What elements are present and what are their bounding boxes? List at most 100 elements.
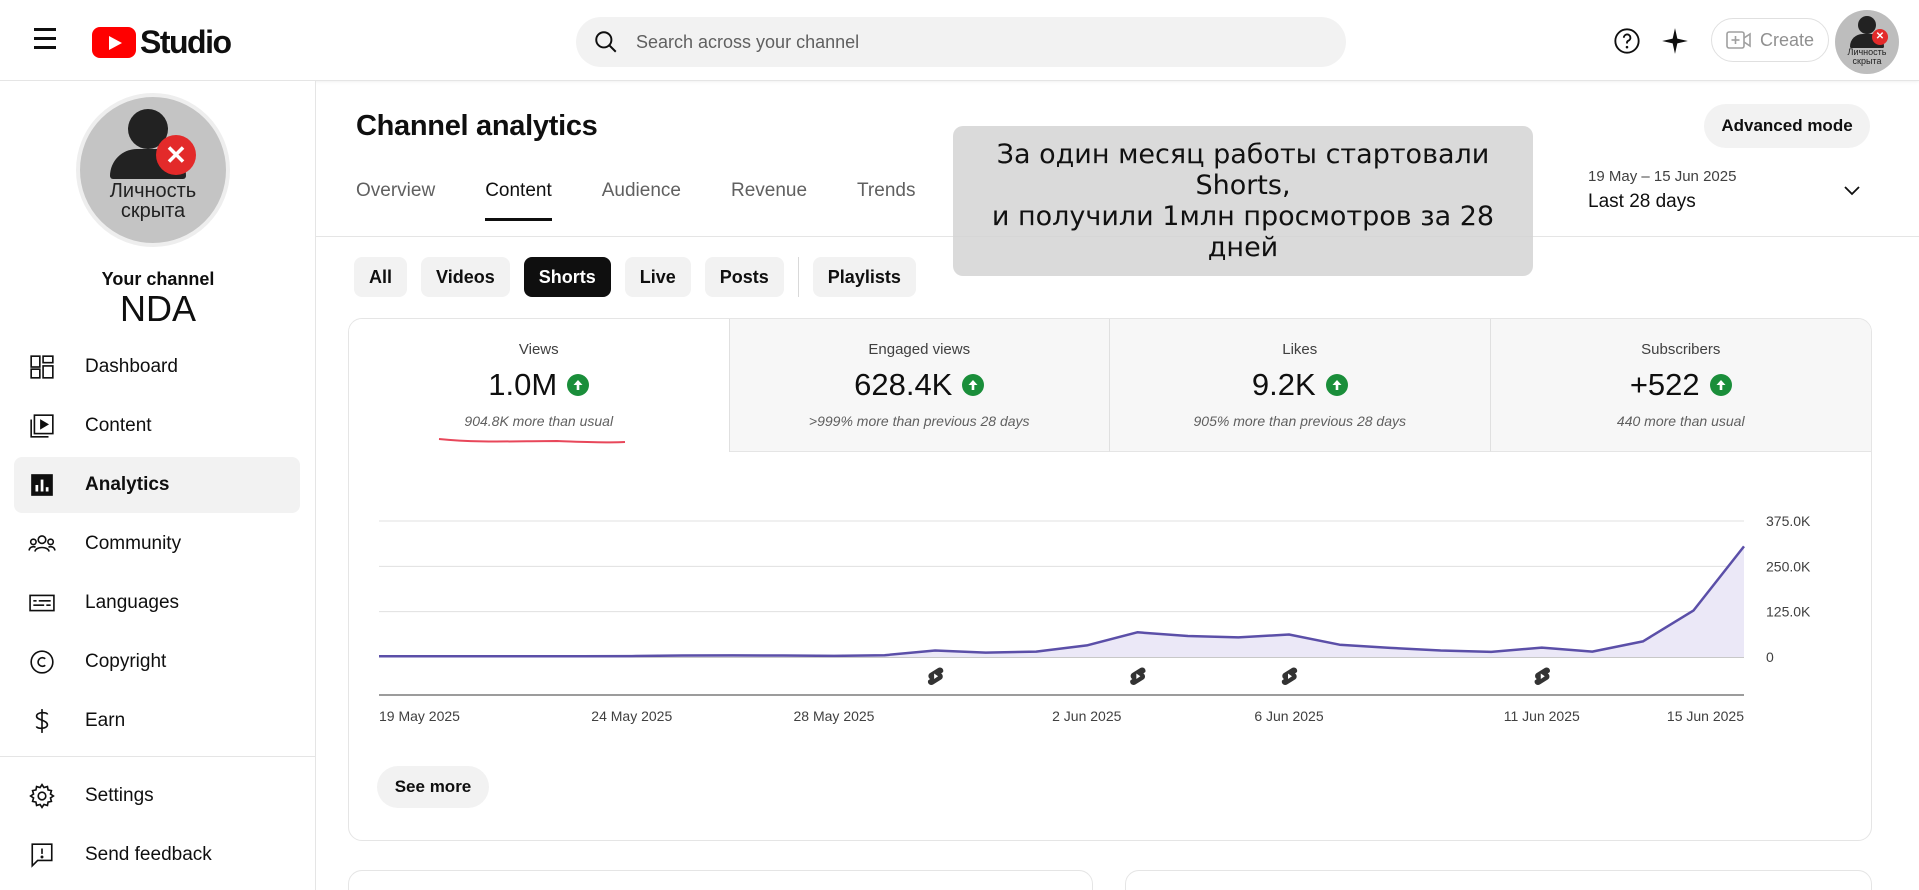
chip-shorts[interactable]: Shorts	[523, 257, 611, 297]
advanced-mode-button[interactable]: Advanced mode	[1704, 104, 1870, 148]
metric-label: Engaged views	[868, 341, 971, 358]
date-range-text: 19 May – 15 Jun 2025	[1588, 168, 1737, 185]
metric-value: +522	[1629, 367, 1700, 402]
chip-posts[interactable]: Posts	[704, 257, 784, 297]
channel-name[interactable]: NDA	[0, 288, 316, 330]
metric-subtext: 904.8K more than usual	[464, 413, 614, 429]
sidebar-item-community[interactable]: Community	[14, 516, 300, 572]
metric-subtext: 905% more than previous 28 days	[1193, 413, 1406, 429]
dashboard-icon	[12, 354, 72, 380]
metric-value: 1.0M	[488, 367, 558, 402]
sidebar-item-label: Analytics	[85, 474, 170, 495]
metric-subscribers[interactable]: Subscribers +522 440 more than usual	[1490, 319, 1871, 452]
sidebar-item-label: Earn	[85, 710, 126, 731]
shorts-marker-icon[interactable]	[927, 667, 944, 685]
sidebar-item-copyright[interactable]: Copyright	[14, 634, 300, 690]
metric-subtext: 440 more than usual	[1616, 413, 1745, 429]
help-icon[interactable]	[1610, 24, 1644, 58]
chip-videos[interactable]: Videos	[421, 257, 510, 297]
annotation-text: За один месяц работы стартовали Shorts, …	[991, 139, 1495, 263]
chip-all[interactable]: All	[354, 257, 408, 297]
sidebar-item-label: Languages	[85, 592, 180, 613]
create-label: Create	[1759, 29, 1815, 50]
arrow-up-icon	[567, 374, 590, 396]
shorts-marker-icon[interactable]	[1130, 667, 1146, 685]
tab-revenue[interactable]: Revenue	[731, 180, 807, 220]
metric-subtext: >999% more than previous 28 days	[808, 413, 1030, 429]
community-icon	[12, 531, 72, 557]
chip-playlists[interactable]: Playlists	[812, 257, 916, 297]
copyright-icon	[12, 649, 72, 675]
series-line	[379, 545, 1745, 658]
analytics-tabs: Overview Content Audience Revenue Trends	[356, 180, 965, 221]
metrics-card: Views 1.0M 904.8K more than usual Engage…	[348, 318, 1872, 841]
red-underline-mark	[438, 438, 626, 444]
sparkle-icon[interactable]	[1658, 24, 1692, 58]
menu-icon[interactable]	[30, 28, 62, 54]
x-tick-label: 28 May 2025	[794, 708, 875, 724]
shorts-marker-icon[interactable]	[1534, 667, 1550, 685]
create-video-icon	[1726, 31, 1751, 49]
bottom-card-right	[1125, 870, 1872, 890]
metric-label: Likes	[1282, 341, 1318, 358]
arrow-up-icon	[1709, 374, 1732, 396]
analytics-icon	[12, 472, 72, 498]
y-tick-label: 250.0K	[1766, 558, 1811, 574]
search-bar[interactable]	[576, 17, 1346, 67]
shorts-marker-icon[interactable]	[1281, 667, 1298, 685]
sidebar-item-content[interactable]: Content	[14, 398, 300, 454]
date-range-selector[interactable]: 19 May – 15 Jun 2025 Last 28 days	[1588, 168, 1868, 213]
sidebar-item-settings[interactable]: Settings	[14, 768, 300, 824]
content-icon	[12, 413, 72, 439]
account-avatar[interactable]: ✕ Личность скрыта	[1835, 10, 1899, 74]
channel-avatar[interactable]: ✕ Личность скрыта	[76, 93, 230, 247]
tab-content[interactable]: Content	[485, 180, 552, 221]
tab-trends[interactable]: Trends	[857, 180, 915, 220]
bottom-card-left	[348, 870, 1093, 890]
sidebar-item-label: Community	[85, 533, 182, 554]
feedback-icon	[12, 842, 72, 868]
tab-audience[interactable]: Audience	[602, 180, 681, 220]
x-tick-label: 19 May 2025	[379, 708, 460, 724]
metric-label: Subscribers	[1641, 341, 1721, 358]
create-button[interactable]: Create	[1711, 18, 1829, 62]
studio-logo[interactable]: Studio	[92, 24, 232, 61]
your-channel-label: Your channel	[101, 269, 215, 289]
page-title: Channel analytics	[356, 110, 598, 142]
see-more-button[interactable]: See more	[377, 766, 489, 808]
y-tick-label: 375.0K	[1766, 513, 1811, 529]
sidebar-item-earn[interactable]: Earn	[14, 693, 300, 749]
sidebar-item-send-feedback[interactable]: Send feedback	[14, 827, 300, 883]
date-range-label: Last 28 days	[1588, 191, 1696, 212]
y-tick-label: 0	[1766, 649, 1774, 665]
arrow-up-icon	[1325, 374, 1348, 396]
y-tick-label: 125.0K	[1766, 604, 1811, 620]
x-tick-label: 2 Jun 2025	[1052, 708, 1121, 724]
metric-value: 9.2K	[1251, 367, 1316, 402]
metric-views[interactable]: Views 1.0M 904.8K more than usual	[349, 319, 730, 452]
x-tick-label: 11 Jun 2025	[1504, 708, 1580, 724]
settings-icon	[12, 783, 72, 809]
views-chart[interactable]: 0 125.0K 250.0K 375.0K 19 May 2025 24 May 202…	[349, 452, 1872, 752]
metric-label: Views	[518, 341, 559, 358]
languages-icon	[12, 590, 72, 616]
tab-overview[interactable]: Overview	[356, 180, 435, 220]
sidebar-item-languages[interactable]: Languages	[14, 575, 300, 631]
sidebar: ✕ Личность скрыта Your channel NDA Dashb…	[0, 81, 316, 890]
search-input[interactable]	[636, 31, 1316, 53]
logo-text: Studio	[140, 24, 232, 60]
chevron-down-icon[interactable]	[1842, 184, 1862, 203]
search-icon[interactable]	[576, 29, 636, 55]
sidebar-divider	[0, 756, 316, 757]
sidebar-item-label: Copyright	[85, 651, 167, 672]
sidebar-item-analytics[interactable]: Analytics	[14, 457, 300, 513]
metric-engaged-views[interactable]: Engaged views 628.4K >999% more than pre…	[729, 319, 1110, 452]
sidebar-item-dashboard[interactable]: Dashboard	[14, 339, 300, 395]
metric-likes[interactable]: Likes 9.2K 905% more than previous 28 da…	[1110, 319, 1491, 452]
youtube-logo-icon	[92, 27, 136, 58]
sidebar-item-label: Content	[85, 415, 152, 436]
chip-live[interactable]: Live	[624, 257, 691, 297]
content-type-chips: All Videos Shorts Live Posts Playlists	[354, 257, 930, 297]
sidebar-item-label: Send feedback	[85, 844, 212, 865]
earn-icon	[12, 708, 72, 734]
